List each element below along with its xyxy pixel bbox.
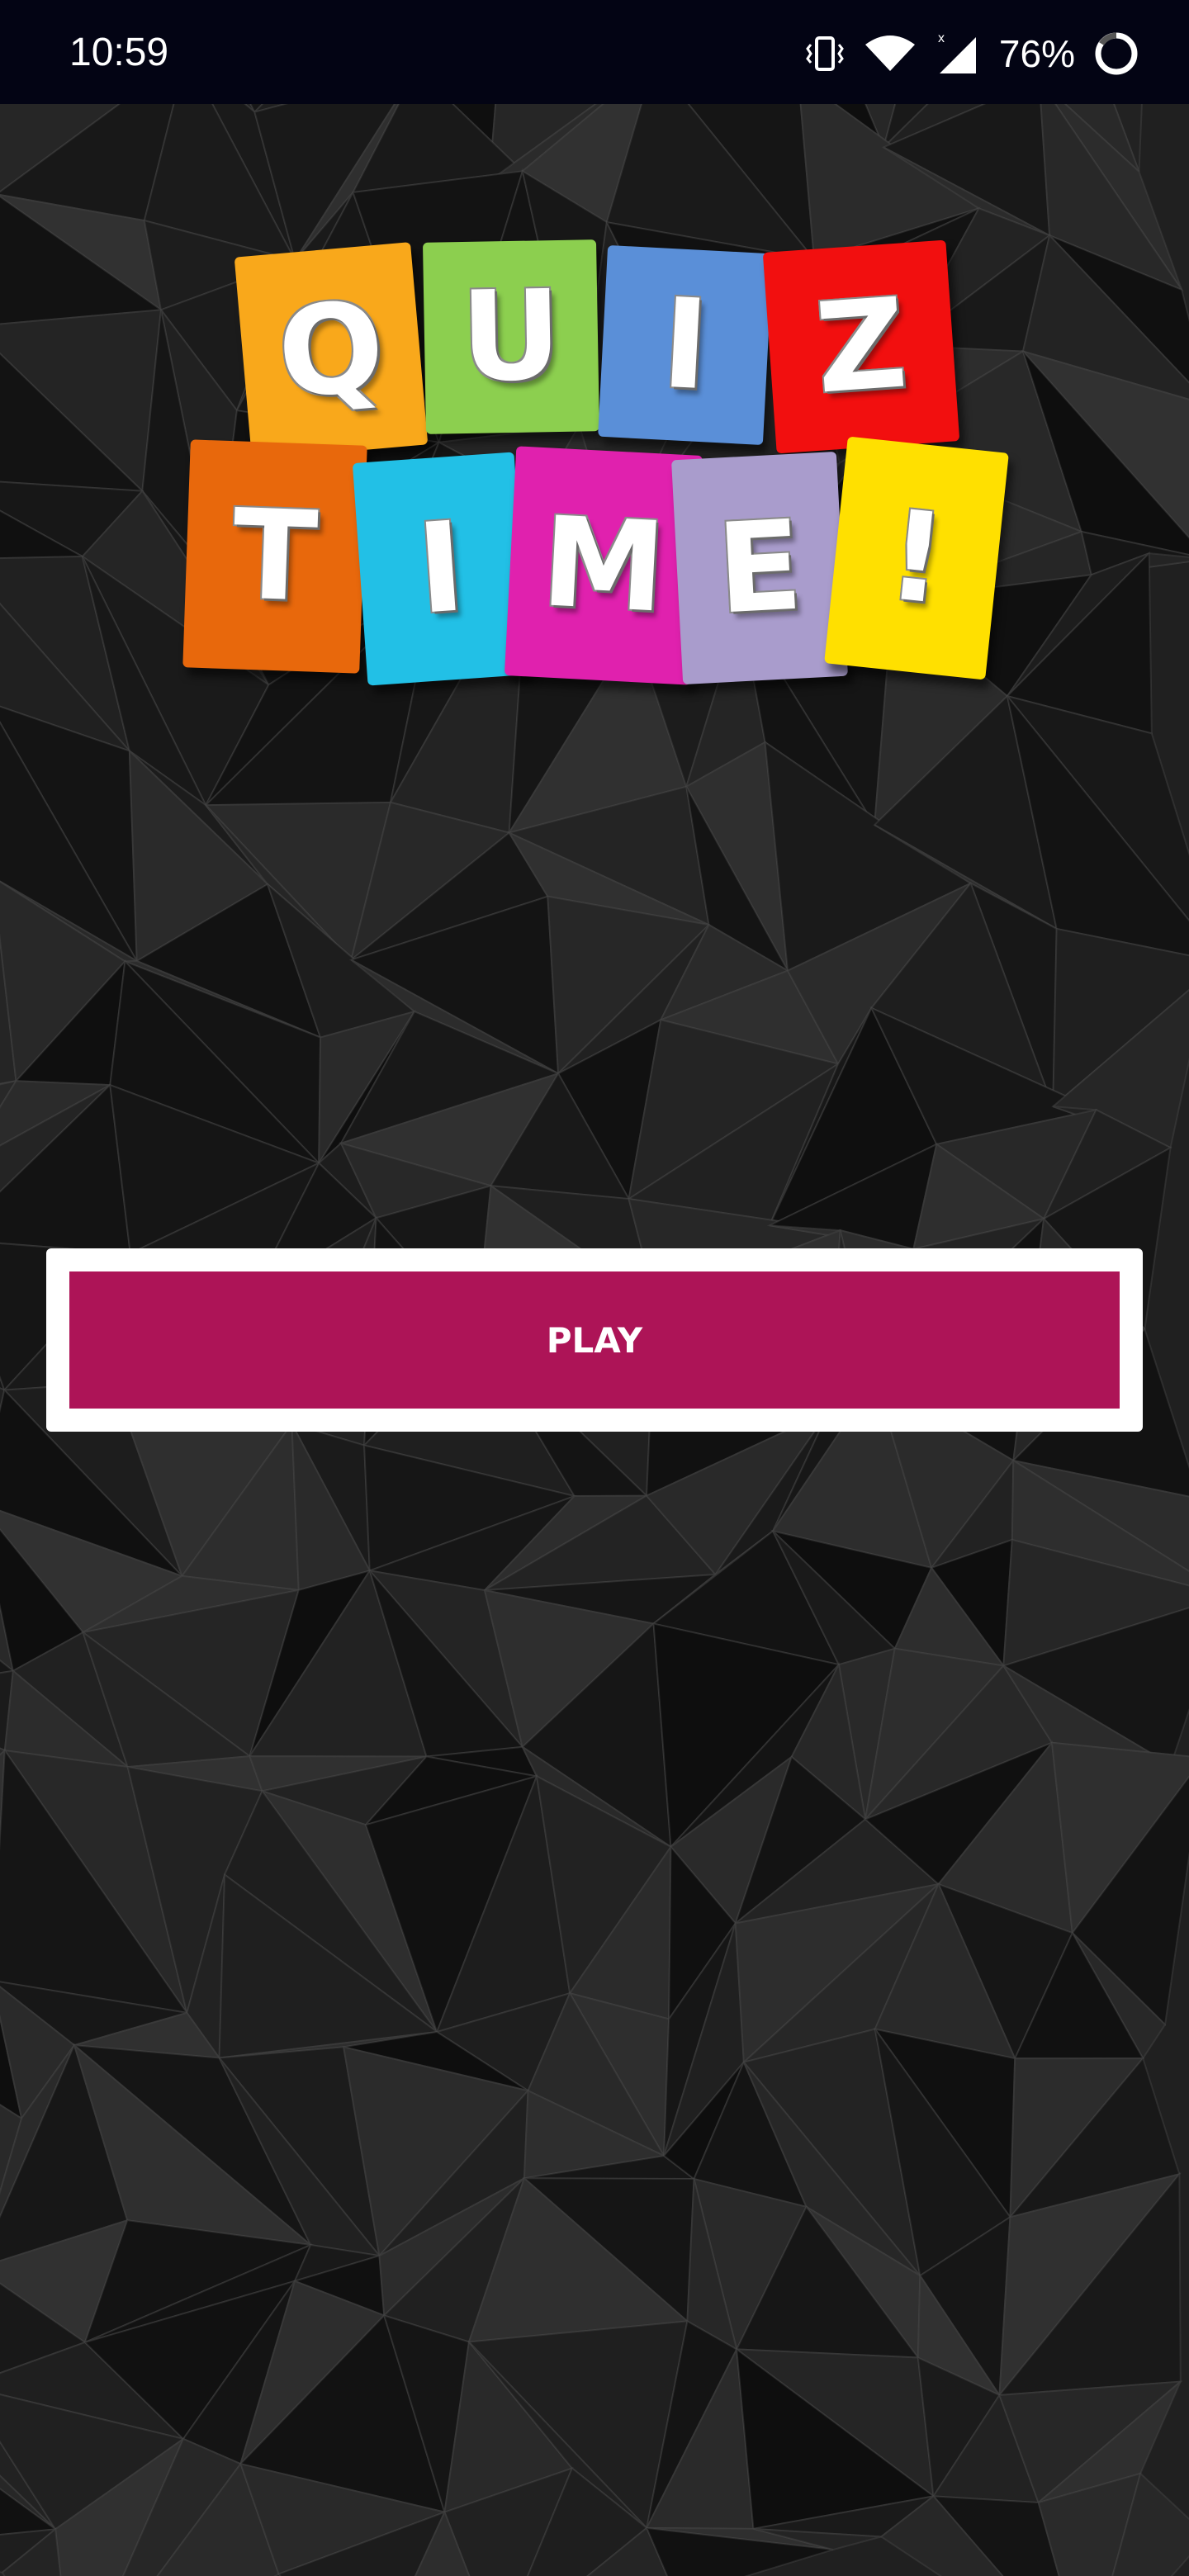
svg-text:x: x [938, 31, 945, 45]
logo-tile: ! [824, 436, 1009, 680]
quiz-time-logo: Q U I Z T I M E ! [0, 104, 1189, 732]
logo-tile: E [671, 451, 848, 685]
wifi-icon [864, 33, 917, 74]
logo-tile: T [182, 439, 367, 674]
logo-letter: E [713, 494, 806, 642]
logo-letter: Q [272, 274, 391, 428]
logo-letter: T [230, 483, 320, 630]
signal-icon: x [935, 31, 981, 77]
logo-tile: I [352, 452, 530, 686]
status-time: 10:59 [69, 31, 169, 74]
play-button-frame: PLAY [46, 1248, 1143, 1432]
logo-letter: I [658, 272, 713, 419]
status-icons: x 76% [804, 25, 1139, 83]
status-bar: 10:59 x 76% [0, 0, 1189, 104]
logo-tile: U [422, 239, 600, 434]
battery-percentage: 76% [998, 32, 1075, 75]
logo-letter: M [538, 490, 670, 641]
logo-letter: U [459, 263, 563, 410]
logo-letter: ! [880, 483, 953, 633]
logo-tile: I [598, 244, 773, 446]
vibrate-icon [804, 33, 846, 74]
quiz-home-screen: 10:59 x 76% Q U I Z T I M E ! PLAY [0, 0, 1189, 2576]
logo-tile: Z [762, 239, 960, 454]
logo-tile: Q [234, 242, 429, 460]
logo-letter: Z [811, 272, 912, 422]
battery-icon [1093, 31, 1139, 77]
play-button[interactable]: PLAY [69, 1271, 1120, 1409]
logo-letter: I [413, 495, 469, 642]
